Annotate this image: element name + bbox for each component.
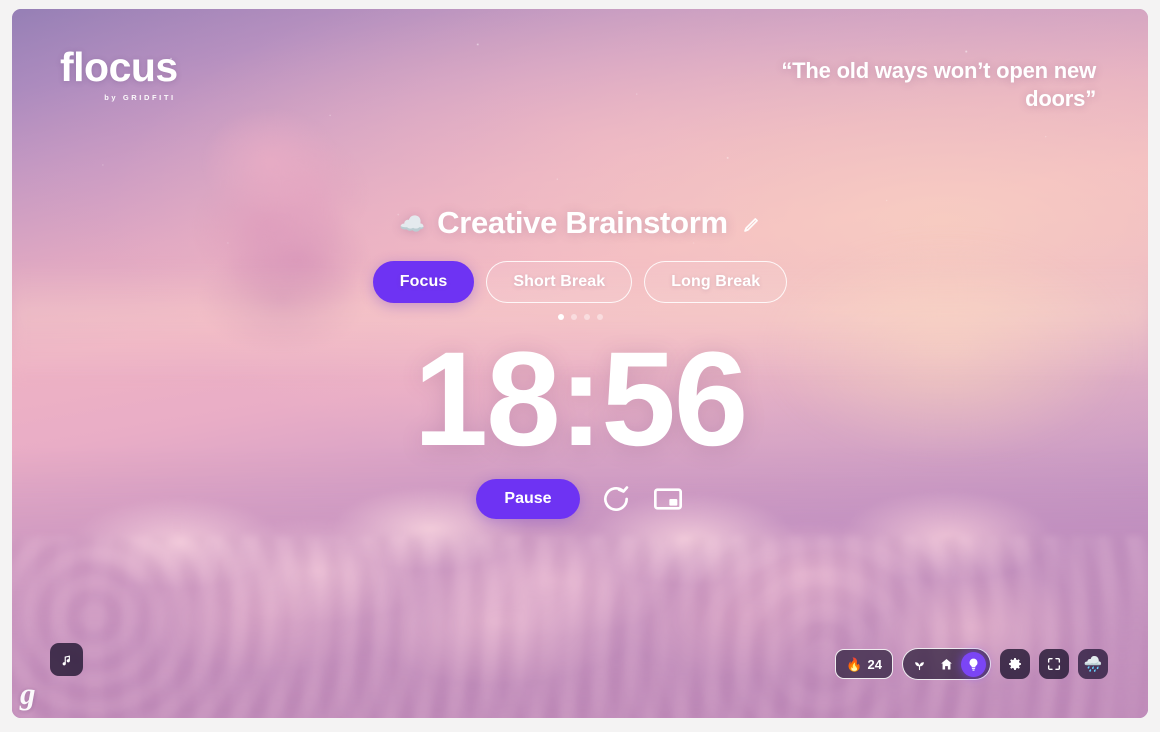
gridfiti-watermark[interactable]: g: [20, 678, 58, 717]
rain-emoji: 🌧️: [1083, 655, 1103, 673]
pencil-icon[interactable]: [740, 215, 761, 236]
screenshot-frame: flocus by GRIDFITI “The old ways won’t o…: [0, 0, 1160, 732]
flame-icon: 🔥: [846, 656, 863, 672]
session-dot-1: [557, 314, 564, 320]
gear-icon[interactable]: [1000, 649, 1030, 679]
session-dots: [557, 314, 603, 320]
picture-in-picture-icon[interactable]: [652, 483, 684, 515]
session-dot-2: [570, 314, 577, 320]
flocus-app-window: flocus by GRIDFITI “The old ways won’t o…: [12, 9, 1148, 718]
motivational-quote: “The old ways won’t open new doors”: [781, 58, 1096, 112]
fullscreen-icon[interactable]: [1039, 649, 1069, 679]
home-icon[interactable]: [934, 652, 959, 677]
mode-tabs: Focus Short Break Long Break: [372, 261, 788, 303]
cloud-icon: ☁️: [399, 212, 426, 236]
tab-short-break[interactable]: Short Break: [486, 261, 633, 303]
task-title[interactable]: Creative Brainstorm: [437, 205, 728, 241]
pause-button[interactable]: Pause: [476, 478, 580, 519]
task-title-row[interactable]: ☁️ Creative Brainstorm: [399, 205, 761, 241]
session-dot-4: [596, 314, 603, 320]
tab-long-break[interactable]: Long Break: [644, 261, 788, 303]
tab-focus[interactable]: Focus: [372, 261, 475, 303]
timer-panel: ☁️ Creative Brainstorm Focus Short Break…: [12, 205, 1148, 519]
music-note-icon[interactable]: [50, 643, 83, 676]
streak-count: 24: [867, 656, 882, 672]
mode-switcher: [902, 648, 991, 680]
brand-tagline: by GRIDFITI: [104, 93, 176, 102]
timer-controls: Pause: [476, 478, 684, 519]
session-dot-3: [583, 314, 590, 320]
brand-logo[interactable]: flocus by GRIDFITI: [60, 44, 178, 103]
streak-badge[interactable]: 🔥 24: [835, 649, 893, 679]
reset-icon[interactable]: [600, 483, 632, 515]
sprout-icon[interactable]: [907, 652, 932, 677]
app-content: flocus by GRIDFITI “The old ways won’t o…: [12, 9, 1148, 718]
bottom-toolbar: 🔥 24 🌧️: [835, 648, 1108, 680]
rain-cloud-icon[interactable]: 🌧️: [1078, 649, 1108, 679]
timer-display: 18:56: [413, 325, 749, 474]
brand-name: flocus: [60, 44, 178, 90]
lightbulb-icon[interactable]: [961, 651, 986, 677]
